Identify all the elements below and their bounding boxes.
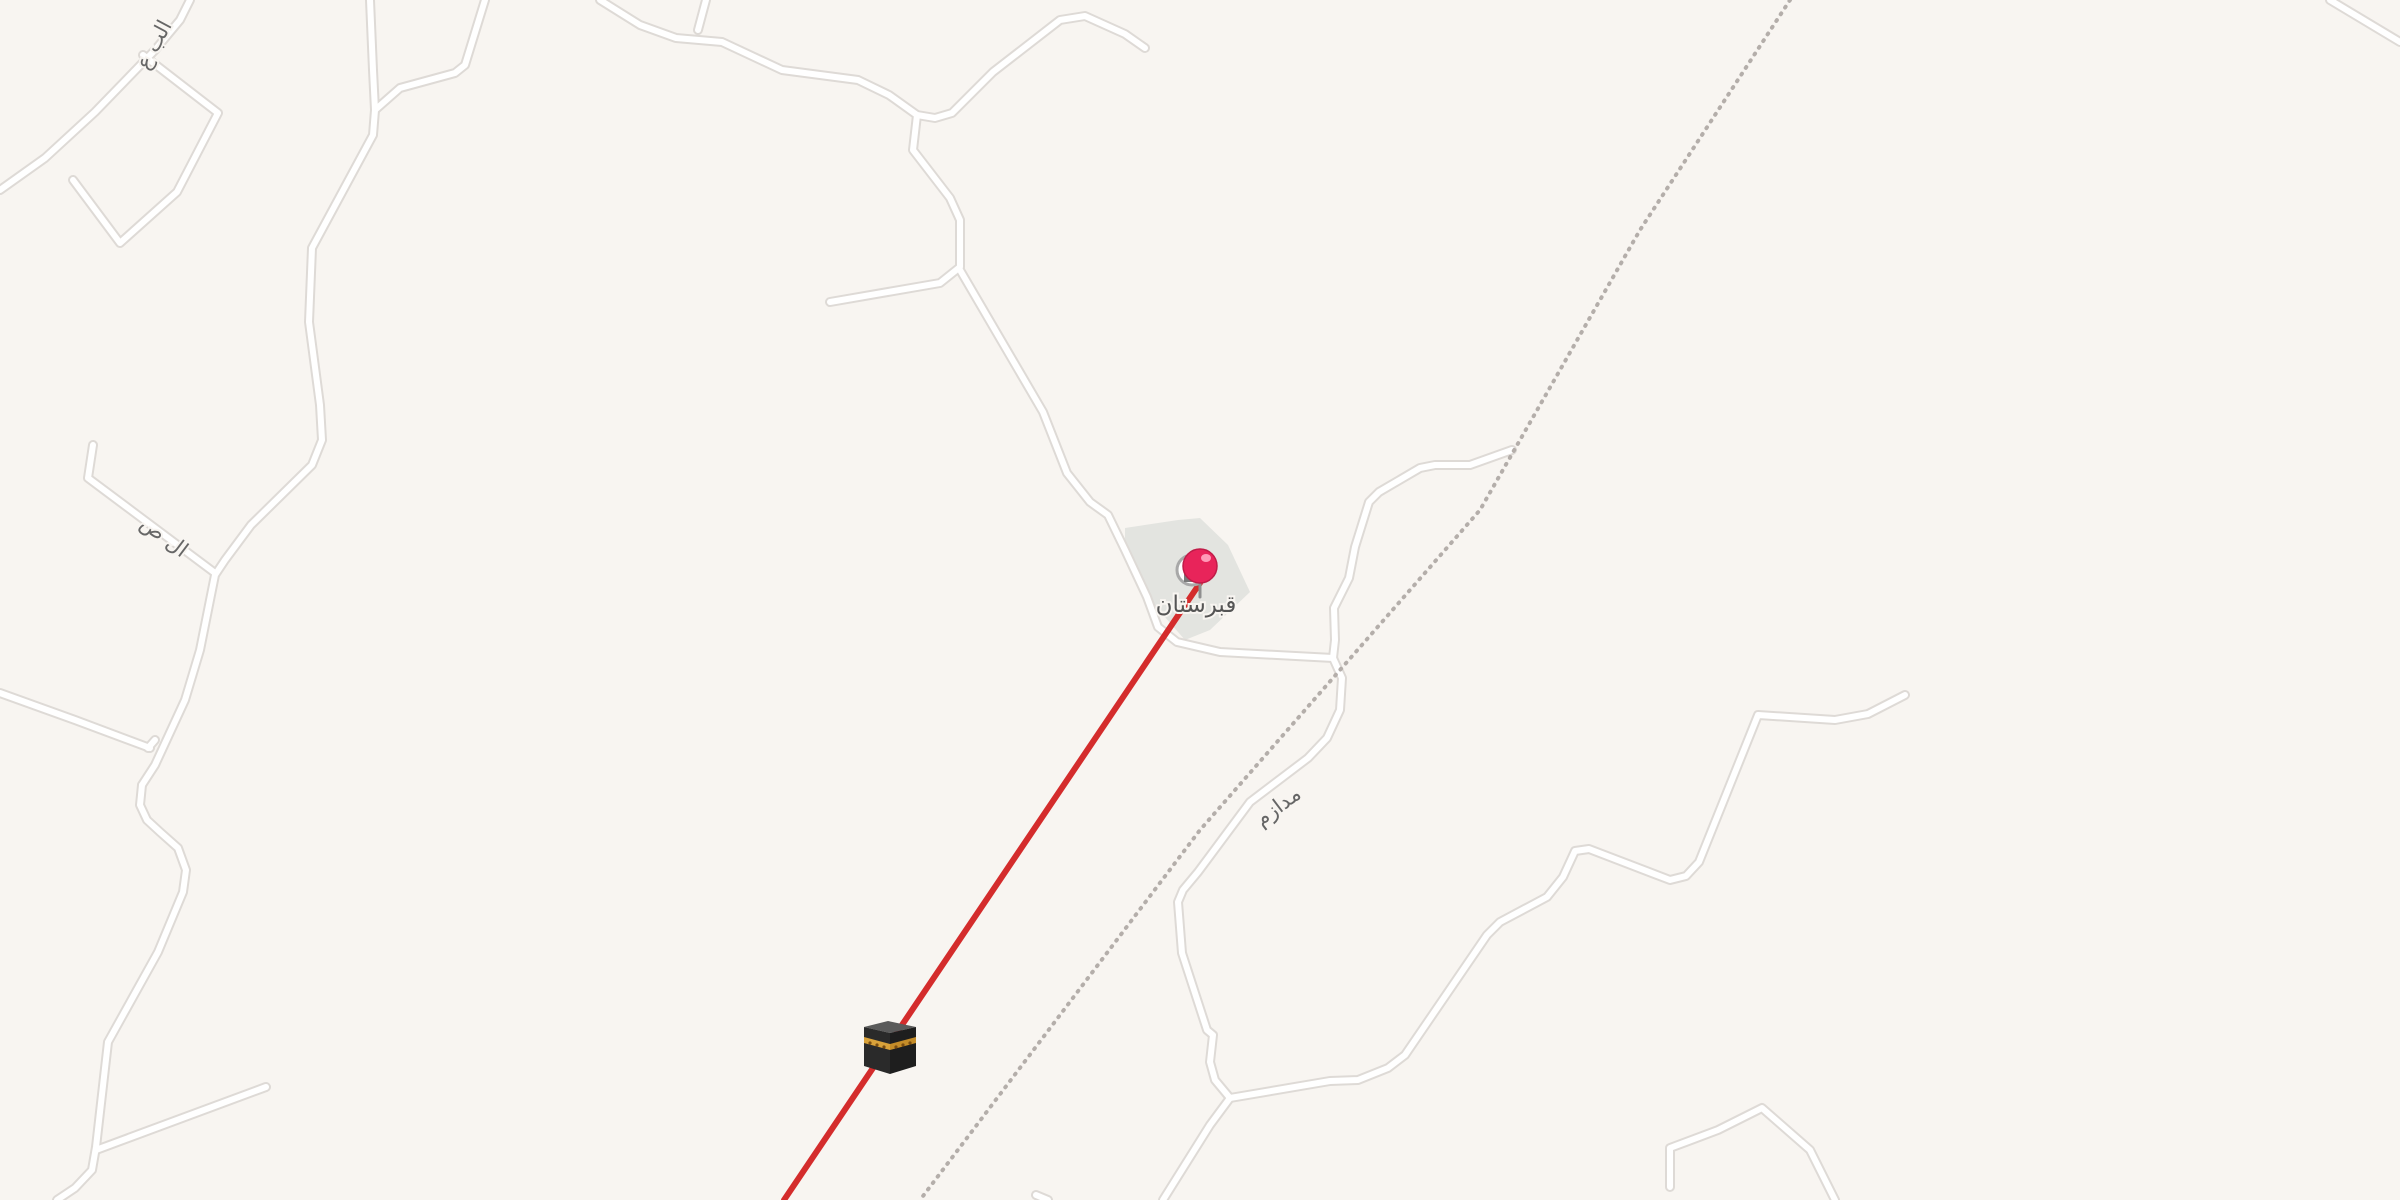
kaaba-icon[interactable] [864,1021,916,1074]
location-label[interactable]: قبرستان [1154,590,1239,620]
map-canvas[interactable]: الب ع ال ص مدازم قبرستان [0,0,2400,1200]
